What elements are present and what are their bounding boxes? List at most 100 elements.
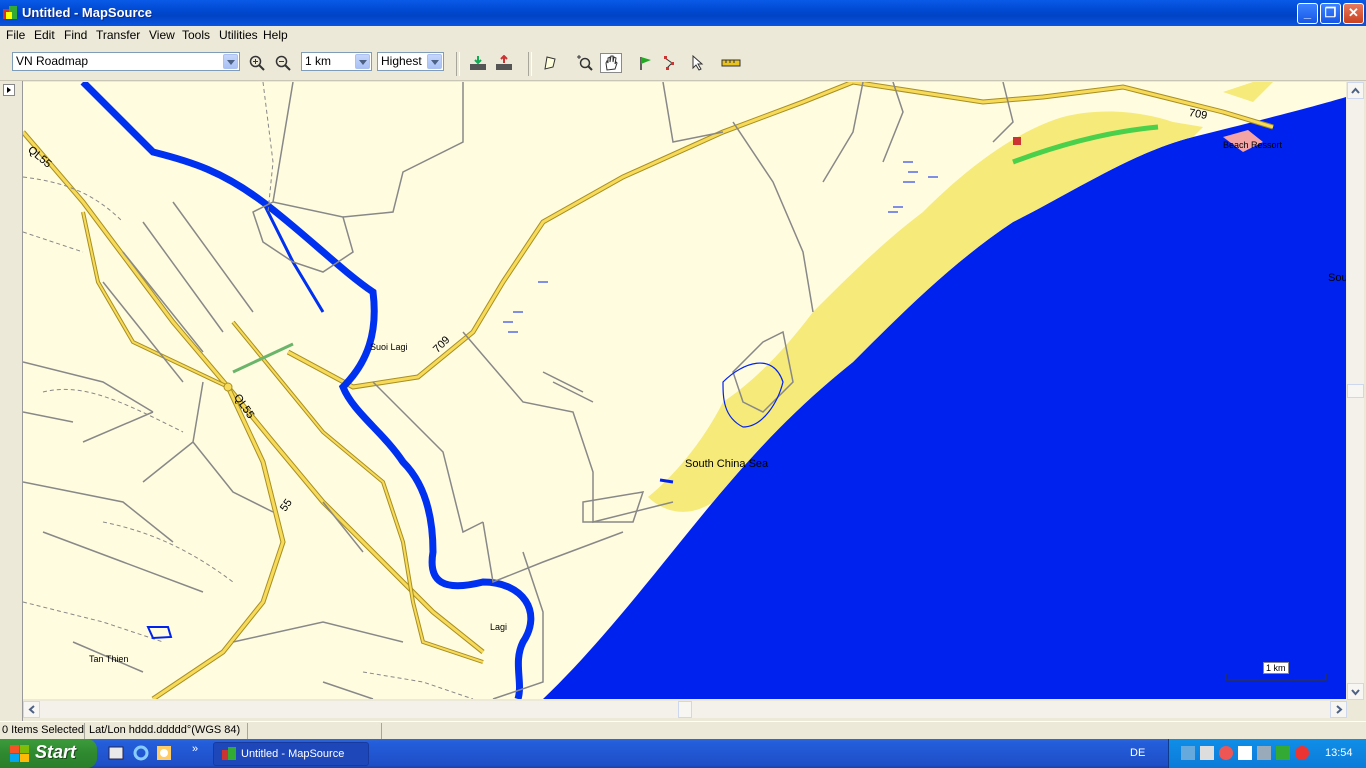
status-separator: [84, 723, 85, 739]
send-to-device-button[interactable]: [493, 53, 515, 73]
receive-from-device-button[interactable]: [467, 53, 489, 73]
measure-tool-button[interactable]: [720, 53, 742, 73]
scroll-left-button[interactable]: [23, 701, 40, 718]
place-label-beach-resort: Beach Ressort: [1223, 140, 1283, 150]
chevron-down-icon: [355, 54, 370, 69]
restore-icon: ❐: [1324, 5, 1337, 20]
close-icon: ✕: [1348, 5, 1359, 20]
menu-file[interactable]: File: [6, 28, 25, 42]
start-button[interactable]: Start: [0, 739, 97, 768]
tray-volume-icon[interactable]: [1200, 746, 1214, 760]
scroll-down-button[interactable]: [1347, 683, 1364, 700]
water-label-edge: Sou: [1328, 272, 1346, 284]
window-title: Untitled - MapSource: [22, 5, 153, 20]
quicklaunch-explorer-icon[interactable]: [108, 745, 124, 764]
tray-antivirus-icon[interactable]: [1295, 746, 1309, 760]
town-marker: [223, 382, 233, 392]
tray-mail-icon[interactable]: [1238, 746, 1252, 760]
menu-transfer[interactable]: Transfer: [96, 28, 140, 42]
taskbar: Start » Untitled - MapSource DE 13:54: [0, 739, 1366, 768]
restore-button[interactable]: ❐: [1320, 3, 1341, 24]
windows-logo-icon: [10, 745, 29, 762]
map-view[interactable]: QL55 QL55 55 709 709 Suoi Lagi Lagi Tan …: [23, 82, 1346, 699]
toolbar-separator: [456, 52, 460, 76]
hand-pan-button[interactable]: [600, 53, 622, 73]
start-label: Start: [35, 742, 77, 762]
receive-from-device-icon: [470, 56, 486, 70]
chevron-more-icon[interactable]: »: [192, 743, 198, 755]
zoom-out-button[interactable]: [272, 53, 294, 73]
title-bar: Untitled - MapSource _ ❐ ✕: [0, 0, 1366, 26]
route-tool-button[interactable]: [660, 53, 682, 73]
selection-tool-button[interactable]: [686, 53, 708, 73]
clock[interactable]: 13:54: [1325, 747, 1353, 759]
zoom-in-icon: [249, 55, 265, 71]
scroll-right-button[interactable]: [1330, 701, 1347, 718]
toolbar: VN Roadmap 1 km Highest: [0, 46, 1366, 81]
poi-marker: [1013, 137, 1021, 145]
zoom-tool-button[interactable]: [574, 53, 596, 73]
place-label-lagi: Lagi: [490, 622, 508, 632]
chevron-down-icon: [427, 54, 442, 69]
waypoint-tool-icon: [640, 57, 651, 70]
measure-tool-icon: [721, 59, 741, 67]
chevron-up-icon: [1351, 87, 1360, 94]
taskbar-button-mapsource[interactable]: Untitled - MapSource: [213, 742, 369, 766]
horizontal-scrollbar[interactable]: [23, 701, 1347, 718]
place-label-suoi-lagi: Suoi Lagi: [370, 342, 408, 352]
mapsource-app-icon: [222, 747, 236, 760]
tray-app-icon[interactable]: [1219, 746, 1233, 760]
minimize-button[interactable]: _: [1297, 3, 1318, 24]
horizontal-scroll-thumb[interactable]: [678, 701, 692, 718]
zoom-scale-value: 1 km: [305, 54, 332, 68]
status-bar: 0 Items Selected Lat/Lon hddd.ddddd°(WGS…: [0, 721, 1366, 740]
pond: [659, 478, 674, 484]
selection-tool-icon: [692, 55, 704, 71]
status-coordinate-format: Lat/Lon hddd.ddddd°(WGS 84): [89, 724, 241, 736]
menu-view[interactable]: View: [149, 28, 175, 42]
chevron-right-icon: [1336, 705, 1343, 714]
menu-edit[interactable]: Edit: [34, 28, 55, 42]
toolbar-separator: [528, 52, 532, 76]
tray-monitor-icon[interactable]: [1257, 746, 1271, 760]
waypoint-tool-button[interactable]: [635, 53, 657, 73]
send-to-device-icon: [496, 55, 512, 70]
water-label-south-china-sea: South China Sea: [685, 458, 769, 470]
status-separator: [381, 723, 382, 739]
menu-tools[interactable]: Tools: [182, 28, 210, 42]
zoom-in-button[interactable]: [246, 53, 268, 73]
map-tool-icon: [544, 56, 556, 70]
chevron-left-icon: [28, 705, 35, 714]
minimize-icon: _: [1303, 5, 1312, 20]
zoom-scale-select[interactable]: 1 km: [301, 52, 372, 71]
tray-shield-icon[interactable]: [1276, 746, 1290, 760]
menu-find[interactable]: Find: [64, 28, 87, 42]
quicklaunch-clock-icon[interactable]: [156, 745, 172, 764]
quicklaunch-ie-icon[interactable]: [133, 745, 149, 764]
menu-bar: File Edit Find Transfer View Tools Utili…: [0, 26, 1366, 45]
zoom-tool-icon: [577, 55, 593, 71]
menu-help[interactable]: Help: [263, 28, 288, 42]
map-product-select[interactable]: VN Roadmap: [12, 52, 240, 71]
hand-pan-icon: [605, 55, 618, 71]
menu-utilities[interactable]: Utilities: [219, 28, 258, 42]
scale-label: 1 km: [1263, 662, 1289, 674]
scroll-up-button[interactable]: [1347, 82, 1364, 99]
expand-panel-button[interactable]: [3, 84, 15, 96]
mapsource-app-icon: [3, 6, 17, 19]
side-panel-strip: [0, 81, 23, 721]
vertical-scroll-thumb[interactable]: [1347, 384, 1364, 398]
detail-level-select[interactable]: Highest: [377, 52, 444, 71]
taskbar-button-label: Untitled - MapSource: [241, 748, 345, 760]
tray-network-icon[interactable]: [1181, 746, 1195, 760]
chevron-down-icon: [1351, 689, 1360, 696]
route-tool-icon: [664, 56, 674, 70]
vertical-scrollbar[interactable]: [1347, 82, 1364, 700]
zoom-out-icon: [275, 55, 291, 71]
map-canvas[interactable]: [23, 82, 1346, 699]
close-button[interactable]: ✕: [1343, 3, 1364, 24]
detail-level-value: Highest: [381, 54, 422, 68]
status-selected-count: 0 Items Selected: [2, 724, 84, 736]
language-indicator[interactable]: DE: [1130, 747, 1145, 759]
map-tool-button[interactable]: [539, 53, 561, 73]
